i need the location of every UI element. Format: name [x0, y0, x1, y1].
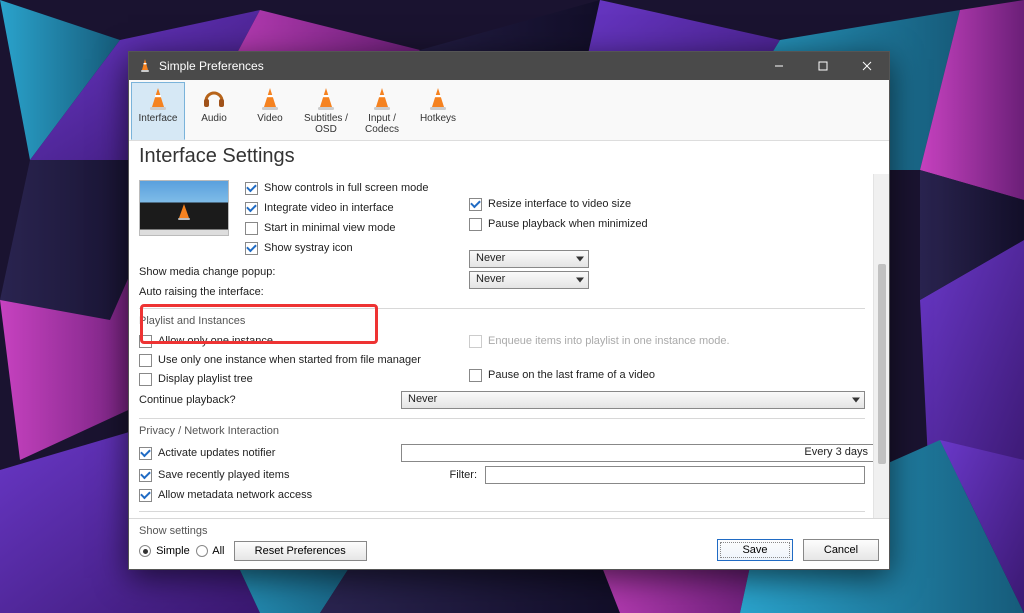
vertical-scrollbar[interactable]	[873, 174, 889, 518]
label-media-change: Show media change popup:	[139, 266, 275, 278]
cone-icon	[259, 87, 281, 111]
interface-preview-image	[139, 180, 229, 236]
radio-simple[interactable]	[139, 545, 151, 557]
label-display-tree: Display playlist tree	[158, 373, 253, 385]
spinner-update-interval[interactable]: Every 3 days	[401, 444, 873, 462]
chevron-down-icon	[852, 398, 860, 403]
headphones-icon	[202, 87, 226, 112]
checkbox-display-tree[interactable]	[139, 373, 152, 386]
cone-icon	[315, 87, 337, 111]
checkbox-allow-metadata[interactable]	[139, 489, 152, 502]
label-auto-raise: Auto raising the interface:	[139, 286, 264, 298]
category-tabs: Interface Audio Video Subtitles / OSD In…	[129, 80, 889, 141]
label-show-settings: Show settings	[139, 525, 367, 537]
radio-all[interactable]	[196, 545, 208, 557]
page-title: Interface Settings	[129, 141, 889, 174]
close-button[interactable]	[845, 52, 889, 80]
checkbox-start-minimal[interactable]	[245, 222, 258, 235]
checkbox-integrate-video[interactable]	[245, 202, 258, 215]
checkbox-resize-interface[interactable]	[469, 198, 482, 211]
preferences-window: Simple Preferences Interface Audio Video…	[128, 51, 890, 570]
section-privacy-title: Privacy / Network Interaction	[139, 425, 865, 437]
label-save-recent: Save recently played items	[158, 469, 289, 481]
tab-interface[interactable]: Interface	[131, 82, 185, 140]
label-pause-minimized: Pause playback when minimized	[488, 218, 648, 230]
section-playlist-title: Playlist and Instances	[139, 315, 865, 327]
titlebar[interactable]: Simple Preferences	[129, 52, 889, 80]
label-resize-interface: Resize interface to video size	[488, 198, 631, 210]
checkbox-enqueue-items	[469, 335, 482, 348]
tab-subtitles[interactable]: Subtitles / OSD	[299, 82, 353, 140]
checkbox-save-recent[interactable]	[139, 469, 152, 482]
tab-video[interactable]: Video	[243, 82, 297, 140]
dropdown-continue-playback[interactable]: Never	[401, 391, 865, 409]
scrollbar-thumb[interactable]	[878, 264, 886, 464]
label-one-instance-fm: Use only one instance when started from …	[158, 354, 421, 366]
label-show-controls: Show controls in full screen mode	[264, 182, 428, 194]
button-reset-preferences[interactable]: Reset Preferences	[234, 541, 367, 561]
label-filter: Filter:	[397, 469, 477, 481]
checkbox-allow-one-instance[interactable]	[139, 335, 152, 348]
minimize-button[interactable]	[757, 52, 801, 80]
label-integrate-video: Integrate video in interface	[264, 202, 394, 214]
footer: Show settings Simple All Reset Preferenc…	[129, 518, 889, 569]
chevron-down-icon	[576, 278, 584, 283]
checkbox-activate-updates[interactable]	[139, 447, 152, 460]
dropdown-media-change[interactable]: Never	[469, 250, 589, 268]
checkbox-pause-last-frame[interactable]	[469, 369, 482, 382]
app-icon	[137, 58, 153, 74]
cone-icon	[427, 87, 449, 111]
label-allow-one: Allow only one instance	[158, 335, 273, 347]
label-pause-last: Pause on the last frame of a video	[488, 369, 655, 381]
checkbox-show-controls[interactable]	[245, 182, 258, 195]
window-title: Simple Preferences	[159, 59, 264, 73]
label-radio-simple: Simple	[156, 545, 190, 557]
label-activate-updates: Activate updates notifier	[158, 447, 275, 459]
label-continue-playback: Continue playback?	[139, 394, 389, 406]
label-enqueue: Enqueue items into playlist in one insta…	[488, 335, 730, 347]
cone-icon	[371, 87, 393, 111]
filter-input[interactable]	[485, 466, 865, 484]
label-start-minimal: Start in minimal view mode	[264, 222, 395, 234]
cone-icon	[147, 87, 169, 111]
tab-audio[interactable]: Audio	[187, 82, 241, 140]
label-show-systray: Show systray icon	[264, 242, 353, 254]
dropdown-auto-raise[interactable]: Never	[469, 271, 589, 289]
cancel-button[interactable]: Cancel	[803, 539, 879, 561]
save-button[interactable]: Save	[717, 539, 793, 561]
label-allow-metadata: Allow metadata network access	[158, 489, 312, 501]
label-radio-all: All	[212, 545, 224, 557]
checkbox-pause-minimized[interactable]	[469, 218, 482, 231]
tab-hotkeys[interactable]: Hotkeys	[411, 82, 465, 140]
checkbox-show-systray[interactable]	[245, 242, 258, 255]
settings-content: Show controls in full screen mode Integr…	[129, 174, 873, 518]
maximize-button[interactable]	[801, 52, 845, 80]
tab-input-codecs[interactable]: Input / Codecs	[355, 82, 409, 140]
checkbox-one-instance-filemgr[interactable]	[139, 354, 152, 367]
chevron-down-icon	[576, 257, 584, 262]
